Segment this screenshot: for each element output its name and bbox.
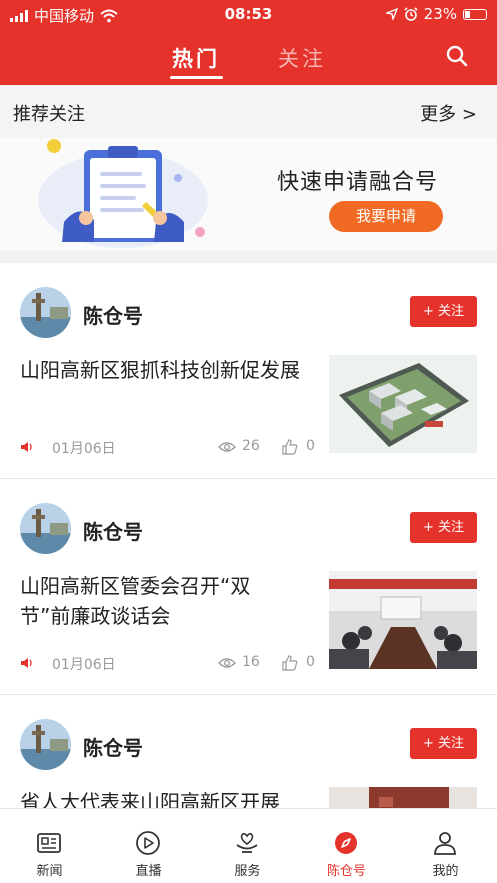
article-thumbnail[interactable] [329, 571, 477, 669]
nav-label: 直播 [135, 864, 162, 879]
more-link[interactable]: 更多 > [420, 100, 477, 126]
top-tabs: 热门 关注 [0, 40, 497, 85]
article-card[interactable]: 陈仓号 + 关注 省人大代表来山阳高新区开展 [0, 695, 497, 808]
speaker-icon[interactable] [20, 440, 34, 454]
publish-date: 01月06日 [52, 441, 116, 457]
author-name[interactable]: 陈仓号 [83, 300, 143, 329]
status-bar: 中国移动 08:53 23% [0, 0, 497, 28]
service-icon [236, 832, 258, 853]
article-headline[interactable]: 山阳高新区狠抓科技创新促发展 [20, 355, 300, 385]
nav-label: 新闻 [36, 864, 63, 879]
battery-icon [463, 8, 487, 20]
avatar[interactable] [20, 719, 71, 770]
avatar[interactable] [20, 503, 71, 554]
nav-label: 我的 [432, 864, 459, 879]
location-arrow-icon [385, 8, 398, 20]
nav-item-news[interactable]: 新闻 [0, 809, 99, 883]
recommend-header: 推荐关注 更多 > [0, 85, 497, 138]
compass-icon [335, 832, 357, 854]
article-headline[interactable]: 山阳高新区管委会召开“双节”前廉政谈话会 [20, 571, 300, 631]
news-icon [37, 833, 61, 853]
battery-fill [465, 10, 470, 18]
search-icon[interactable] [445, 44, 469, 68]
nav-item-mine[interactable]: 我的 [396, 809, 495, 883]
article-card[interactable]: 陈仓号 + 关注 山阳高新区狠抓科技创新促发展 01月06日 26 0 [0, 263, 497, 479]
follow-button[interactable]: + 关注 [410, 296, 477, 327]
recommend-title: 推荐关注 [13, 104, 85, 125]
bottom-nav: 新闻 直播 服务 陈仓号 我的 [0, 808, 497, 883]
author-name[interactable]: 陈仓号 [83, 732, 143, 761]
clipboard-illustration [38, 139, 208, 248]
article-meta: 01月06日 16 0 [20, 654, 320, 674]
tab-following[interactable]: 关注 [278, 43, 326, 73]
eye-icon [218, 442, 236, 452]
active-tab-indicator [170, 76, 223, 79]
article-thumbnail[interactable] [329, 355, 477, 453]
publish-date: 01月06日 [52, 657, 116, 673]
battery-percent: 23% [423, 5, 457, 23]
apply-banner[interactable]: 快速申请融合号 我要申请 [0, 138, 497, 250]
article-card[interactable]: 陈仓号 + 关注 山阳高新区管委会召开“双节”前廉政谈话会 01月06日 16 [0, 479, 497, 695]
nav-item-service[interactable]: 服务 [198, 809, 297, 883]
user-icon [434, 832, 456, 855]
alarm-clock-icon [404, 7, 418, 21]
eye-icon [218, 658, 236, 668]
nav-label: 服务 [234, 864, 261, 879]
author-name[interactable]: 陈仓号 [83, 516, 143, 545]
section-gap [0, 250, 497, 263]
like-count: 0 [306, 438, 315, 454]
nav-item-live[interactable]: 直播 [99, 809, 198, 883]
like-count: 0 [306, 654, 315, 670]
speaker-icon[interactable] [20, 656, 34, 670]
nav-label: 陈仓号 [326, 864, 366, 879]
article-meta: 01月06日 26 0 [20, 438, 320, 458]
play-icon [136, 831, 160, 855]
view-count: 16 [242, 654, 260, 670]
article-headline[interactable]: 省人大代表来山阳高新区开展 [20, 787, 300, 808]
banner-title: 快速申请融合号 [277, 170, 439, 195]
follow-button[interactable]: + 关注 [410, 728, 477, 759]
follow-button[interactable]: + 关注 [410, 512, 477, 543]
tab-hot[interactable]: 热门 [172, 43, 220, 73]
top-bar: 中国移动 08:53 23% 热门 关注 [0, 0, 497, 85]
apply-button[interactable]: 我要申请 [329, 201, 443, 232]
avatar[interactable] [20, 287, 71, 338]
thumbs-up-icon[interactable] [282, 439, 298, 455]
thumbs-up-icon[interactable] [282, 655, 298, 671]
article-thumbnail[interactable] [329, 787, 477, 808]
nav-item-chencang[interactable]: 陈仓号 [297, 809, 396, 883]
view-count: 26 [242, 438, 260, 454]
